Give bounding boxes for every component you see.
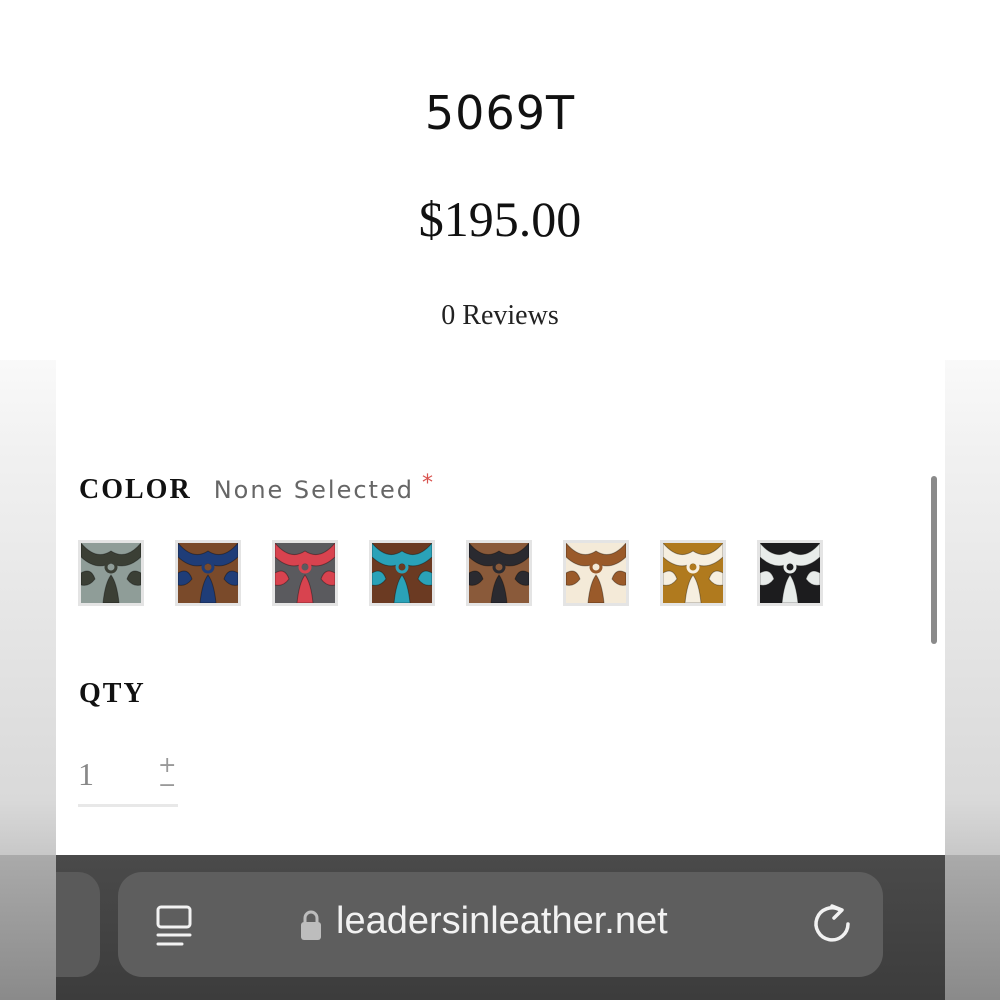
reviews-link[interactable]: 0 Reviews xyxy=(0,300,1000,332)
page-scrollbar[interactable] xyxy=(931,476,937,644)
toolbar-edge-right xyxy=(945,855,1000,1000)
qty-decrement-button[interactable]: − xyxy=(158,775,176,797)
color-swatch[interactable] xyxy=(175,540,241,606)
quantity-stepper: + − xyxy=(78,752,178,807)
reload-icon[interactable] xyxy=(810,902,854,946)
qty-label: QTY xyxy=(79,678,146,709)
product-price: $195.00 xyxy=(418,191,582,247)
color-swatch[interactable] xyxy=(466,540,532,606)
address-bar[interactable]: leadersinleather.net xyxy=(118,872,883,977)
reader-mode-icon[interactable] xyxy=(154,904,194,948)
color-selected-value: None Selected xyxy=(213,476,414,504)
lock-icon xyxy=(300,909,322,941)
color-option-header: COLOR None Selected * xyxy=(79,471,433,506)
required-marker: * xyxy=(421,471,433,496)
toolbar-edge-left xyxy=(0,855,56,1000)
color-swatch[interactable] xyxy=(272,540,338,606)
color-swatch[interactable] xyxy=(563,540,629,606)
color-label: COLOR xyxy=(79,474,192,505)
color-swatch[interactable] xyxy=(78,540,144,606)
product-title: 5069T xyxy=(424,86,576,140)
quantity-input[interactable] xyxy=(78,752,138,796)
color-swatch[interactable] xyxy=(369,540,435,606)
url-text: leadersinleather.net xyxy=(336,900,668,942)
color-swatch-list xyxy=(78,540,854,606)
color-swatch[interactable] xyxy=(757,540,823,606)
color-swatch[interactable] xyxy=(660,540,726,606)
previous-tab-preview[interactable] xyxy=(56,872,100,977)
